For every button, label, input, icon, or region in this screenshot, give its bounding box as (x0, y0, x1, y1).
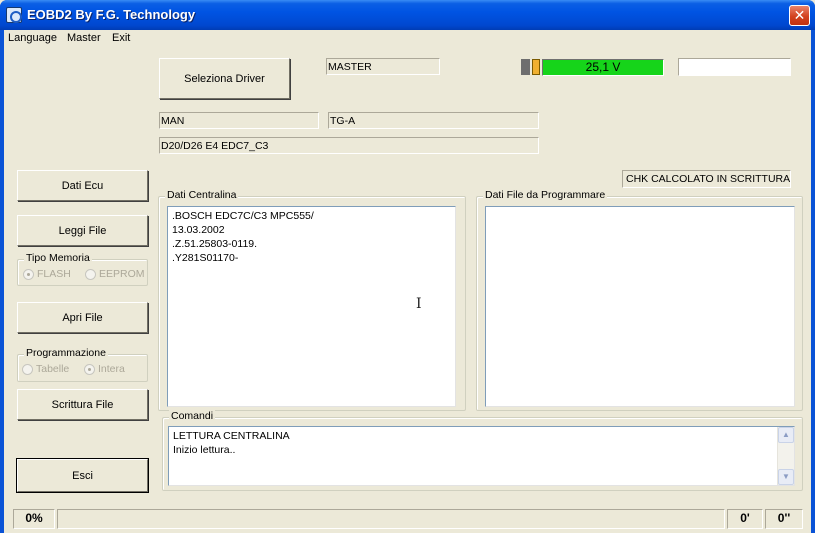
radio-flash-indicator (23, 268, 34, 280)
tipo-memoria-group: Tipo Memoria FLASH EEPROM (17, 252, 148, 286)
centralina-line: .BOSCH EDC7C/C3 MPC555/ (172, 210, 314, 222)
elapsed-minutes: 0' (727, 509, 763, 529)
radio-eeprom[interactable]: EEPROM (85, 268, 145, 280)
dati-file-textbox[interactable] (485, 206, 795, 407)
manufacturer-field: MAN (159, 112, 319, 129)
text-cursor-icon: I (416, 296, 422, 312)
client-area: Language Master Exit Seleziona Driver MA… (4, 30, 811, 533)
radio-flash-label: FLASH (37, 268, 71, 280)
dati-file-label: Dati File da Programmare (483, 189, 608, 201)
radio-intera[interactable]: Intera (84, 363, 125, 375)
menu-language[interactable]: Language (8, 32, 57, 44)
radio-intera-label: Intera (98, 363, 125, 375)
title-bar[interactable]: EOBD2 By F.G. Technology ✕ (0, 0, 815, 30)
comandi-line: LETTURA CENTRALINA (173, 430, 290, 442)
dati-centralina-textbox[interactable]: .BOSCH EDC7C/C3 MPC555/ 13.03.2002 .Z.51… (167, 206, 456, 407)
dati-file-group: Dati File da Programmare (476, 189, 803, 411)
menu-master[interactable]: Master (67, 32, 101, 44)
comandi-line: Inizio lettura.. (173, 444, 236, 456)
centralina-line: .Y281S01170- (172, 252, 239, 264)
voltage-gauge-bar-orange (532, 59, 540, 75)
leggi-file-button[interactable]: Leggi File (17, 215, 148, 246)
voltage-gauge-bar-gray (521, 59, 530, 75)
radio-tabelle-indicator (22, 363, 33, 375)
seleziona-driver-button[interactable]: Seleziona Driver (159, 58, 290, 99)
scroll-up-icon[interactable]: ▲ (778, 427, 794, 443)
elapsed-seconds: 0'' (765, 509, 803, 529)
radio-tabelle-label: Tabelle (36, 363, 70, 375)
close-button[interactable]: ✕ (789, 5, 810, 26)
comandi-scrollbar[interactable]: ▲ ▼ (777, 427, 794, 485)
scrittura-file-button[interactable]: Scrittura File (17, 389, 148, 420)
status-field-right (678, 58, 791, 76)
comandi-label: Comandi (169, 410, 216, 422)
chk-status-field: CHK CALCOLATO IN SCRITTURA (622, 170, 791, 188)
voltage-display: 25,1 V (542, 59, 664, 76)
master-field: MASTER (326, 58, 440, 75)
dati-centralina-label: Dati Centralina (165, 189, 239, 201)
comandi-group: Comandi LETTURA CENTRALINA Inizio lettur… (162, 410, 803, 491)
apri-file-button[interactable]: Apri File (17, 302, 148, 333)
radio-eeprom-indicator (85, 268, 96, 280)
comandi-textbox[interactable]: LETTURA CENTRALINA Inizio lettura.. ▲ ▼ (168, 426, 795, 486)
esci-button[interactable]: Esci (16, 458, 149, 493)
app-icon[interactable] (6, 7, 22, 23)
menu-bar: Language Master Exit (4, 30, 811, 48)
radio-intera-indicator (84, 363, 95, 375)
tipo-memoria-label: Tipo Memoria (24, 252, 92, 264)
programmazione-group: Programmazione Tabelle Intera (17, 347, 148, 382)
centralina-line: .Z.51.25803-0119. (172, 238, 258, 250)
app-window: EOBD2 By F.G. Technology ✕ Language Mast… (0, 0, 815, 533)
centralina-line: 13.03.2002 (172, 224, 225, 236)
status-message (57, 509, 725, 529)
scroll-down-icon[interactable]: ▼ (778, 469, 794, 485)
radio-tabelle[interactable]: Tabelle (22, 363, 69, 375)
engine-field: D20/D26 E4 EDC7_C3 (159, 137, 539, 154)
model-field: TG-A (328, 112, 539, 129)
menu-exit[interactable]: Exit (112, 32, 130, 44)
progress-percent: 0% (13, 509, 55, 529)
radio-flash[interactable]: FLASH (23, 268, 71, 280)
radio-eeprom-label: EEPROM (99, 268, 145, 280)
window-title: EOBD2 By F.G. Technology (27, 7, 196, 22)
dati-ecu-button[interactable]: Dati Ecu (17, 170, 148, 201)
programmazione-label: Programmazione (24, 347, 108, 359)
